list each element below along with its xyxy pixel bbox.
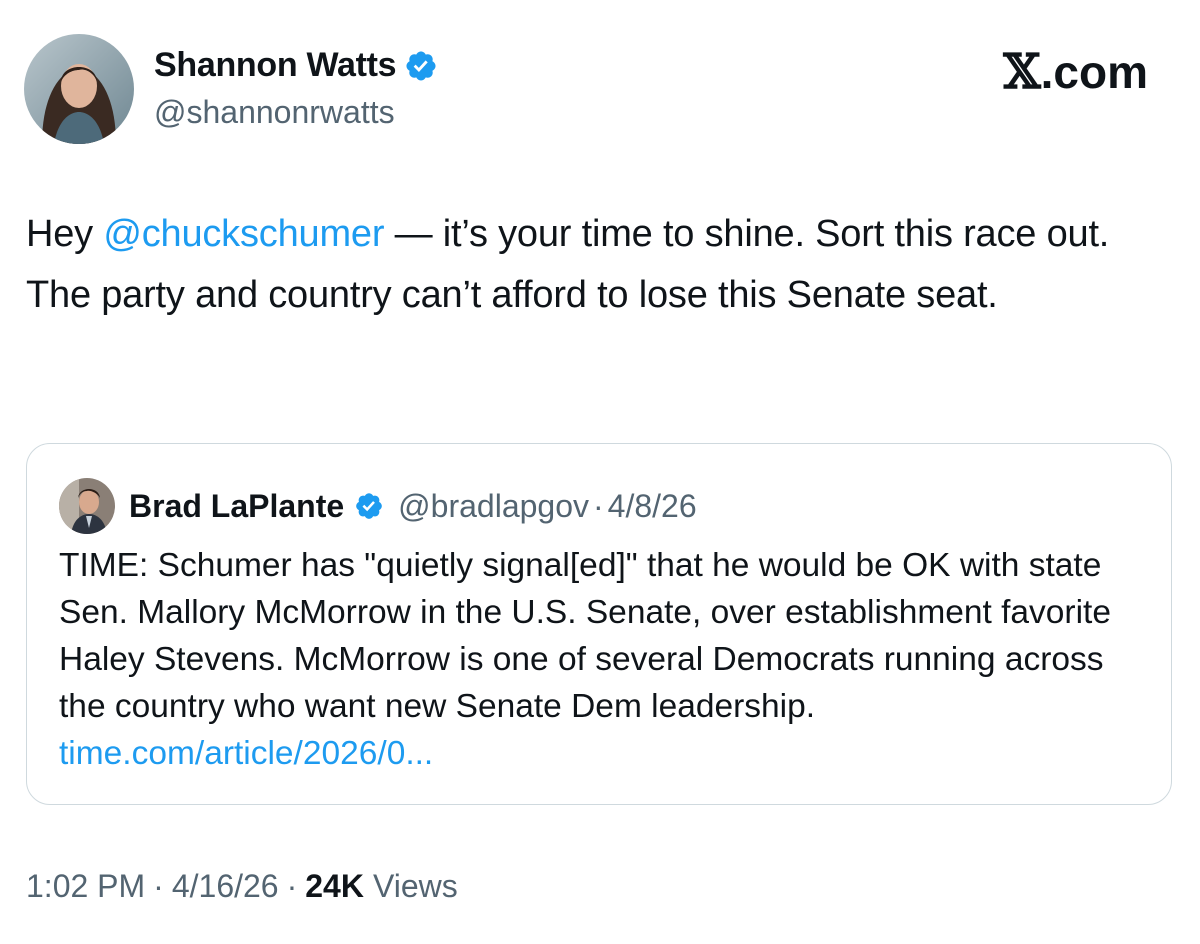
brand-suffix: .com <box>1040 46 1148 98</box>
quote-header: Brad LaPlante @bradlapgov · 4/8/26 <box>59 478 697 534</box>
tweet-footer: 1:02 PM · 4/16/26 · 24K Views <box>26 868 458 905</box>
author-name[interactable]: Shannon Watts <box>154 46 397 85</box>
tweet-text: Hey @chuckschumer — it’s your time to sh… <box>26 204 1176 326</box>
tweet-date[interactable]: 4/16/26 <box>172 868 279 905</box>
views-label: Views <box>372 868 458 904</box>
quote-article-link[interactable]: time.com/article/2026/0... <box>59 735 433 772</box>
quote-text: TIME: Schumer has "quietly signal[ed]" t… <box>59 542 1149 777</box>
x-logo-icon: 𝕏 <box>1003 44 1041 100</box>
quote-meta: @bradlapgov · 4/8/26 <box>398 488 696 525</box>
mention-link[interactable]: @chuckschumer <box>103 213 384 255</box>
quote-author-avatar[interactable] <box>59 478 115 534</box>
footer-separator-1: · <box>153 868 164 904</box>
quote-author-handle[interactable]: @bradlapgov <box>398 488 589 524</box>
quote-verified-badge-icon <box>354 491 384 521</box>
quote-body: TIME: Schumer has "quietly signal[ed]" t… <box>59 547 1111 725</box>
quote-author-name[interactable]: Brad LaPlante <box>129 488 344 525</box>
author-handle[interactable]: @shannonrwatts <box>154 94 395 131</box>
verified-badge-icon <box>404 49 438 83</box>
author-name-row: Shannon Watts <box>154 46 438 85</box>
tweet-prefix: Hey <box>26 213 104 255</box>
quote-date[interactable]: 4/8/26 <box>608 488 697 524</box>
tweet-time[interactable]: 1:02 PM <box>26 868 145 905</box>
author-avatar[interactable] <box>24 34 134 144</box>
x-com-logo: 𝕏 .com <box>1003 44 1148 100</box>
footer-separator-2: · <box>286 868 298 904</box>
quote-separator: · <box>593 487 604 524</box>
quoted-tweet-card[interactable]: Brad LaPlante @bradlapgov · 4/8/26 TIME: S… <box>26 443 1172 805</box>
tweet-header: Shannon Watts @shannonrwatts 𝕏 .com <box>24 34 1176 146</box>
views-count: 24K <box>305 868 364 904</box>
